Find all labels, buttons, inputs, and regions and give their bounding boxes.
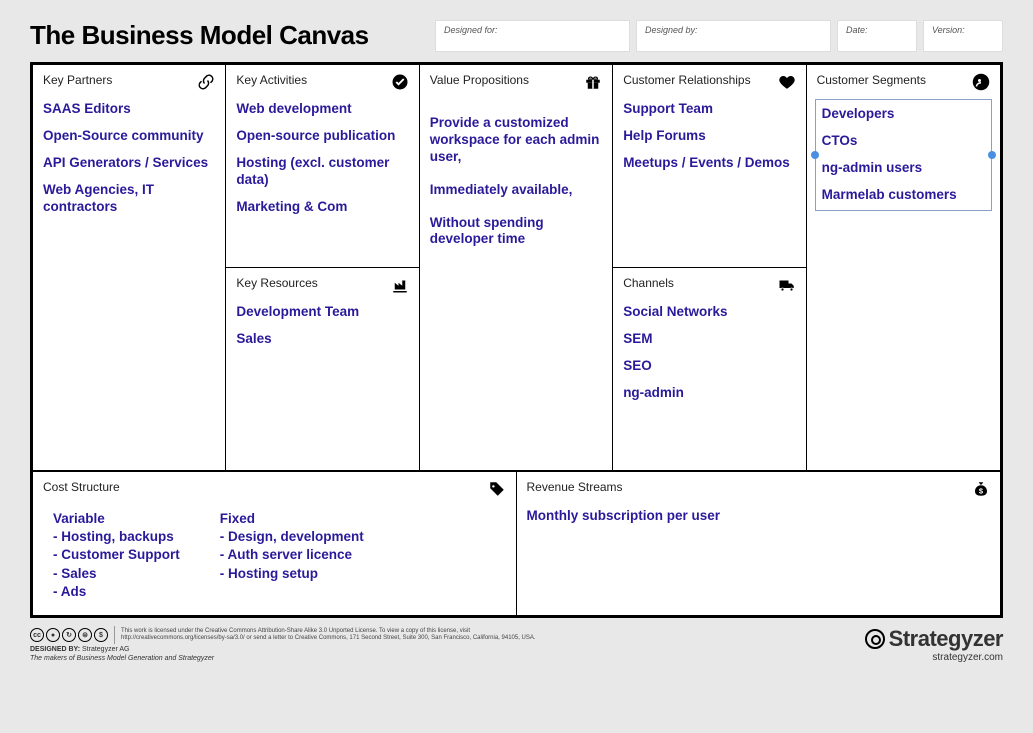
cell-title: Cost Structure bbox=[43, 480, 120, 494]
selection-handle-left[interactable] bbox=[811, 151, 819, 159]
cell-title: Customer Relationships bbox=[623, 73, 750, 87]
cell-key-activities[interactable]: Key Activities Web development Open-sour… bbox=[226, 65, 418, 268]
makers-line: The makers of Business Model Generation … bbox=[30, 655, 536, 662]
selection-handle-right[interactable] bbox=[988, 151, 996, 159]
col-value-propositions: Value Propositions Provide a customized … bbox=[420, 65, 613, 470]
list-item[interactable]: Without spending developer time bbox=[430, 215, 602, 249]
meta-row: Designed for: Designed by: Date: Version… bbox=[435, 20, 1003, 52]
cell-title: Customer Segments bbox=[817, 73, 926, 87]
check-circle-icon bbox=[391, 73, 409, 91]
list-item[interactable]: - Sales bbox=[53, 565, 180, 583]
col-relationships-channels: Customer Relationships Support Team Help… bbox=[613, 65, 806, 470]
list-item[interactable]: Sales bbox=[236, 331, 408, 348]
truck-icon bbox=[778, 276, 796, 294]
footer: cc ● ↻ ⊜ $ This work is licensed under t… bbox=[30, 626, 1003, 663]
list-item[interactable]: Open-Source community bbox=[43, 128, 215, 145]
col-customer-segments: Customer Segments Developers CTOs ng-adm… bbox=[807, 65, 1000, 470]
meta-version[interactable]: Version: bbox=[923, 20, 1003, 52]
meta-date[interactable]: Date: bbox=[837, 20, 917, 52]
list-item[interactable]: - Hosting setup bbox=[220, 565, 364, 583]
cc-icon: cc bbox=[30, 628, 44, 642]
list-item[interactable]: API Generators / Services bbox=[43, 155, 215, 172]
cell-title: Key Activities bbox=[236, 73, 307, 87]
link-icon bbox=[197, 73, 215, 91]
brand-target-icon bbox=[865, 629, 885, 649]
list-item[interactable]: Open-source publication bbox=[236, 128, 408, 145]
cc-nd-icon: ⊜ bbox=[78, 628, 92, 642]
cell-channels[interactable]: Channels Social Networks SEM SEO ng-admi… bbox=[613, 268, 805, 470]
list-item[interactable]: Provide a customized workspace for each … bbox=[430, 115, 602, 166]
cost-fixed-heading[interactable]: Fixed bbox=[220, 510, 364, 528]
cell-title: Value Propositions bbox=[430, 73, 529, 87]
list-item[interactable]: Hosting (excl. customer data) bbox=[236, 155, 408, 189]
license-text: This work is licensed under the Creative… bbox=[121, 628, 536, 642]
cc-by-icon: ● bbox=[46, 628, 60, 642]
cc-sa-icon: ↻ bbox=[62, 628, 76, 642]
col-cost-structure: Cost Structure Variable - Hosting, backu… bbox=[33, 472, 517, 615]
canvas-grid: Key Partners SAAS Editors Open-Source co… bbox=[30, 62, 1003, 618]
list-item[interactable]: SEM bbox=[623, 331, 795, 348]
brand-logo: Strategyzer bbox=[865, 626, 1003, 652]
canvas-sheet: The Business Model Canvas Designed for: … bbox=[30, 20, 1003, 663]
col-activities-resources: Key Activities Web development Open-sour… bbox=[226, 65, 419, 470]
list-item[interactable]: Meetups / Events / Demos bbox=[623, 155, 795, 172]
header: The Business Model Canvas Designed for: … bbox=[30, 20, 1003, 52]
list-item[interactable]: - Ads bbox=[53, 583, 180, 601]
cell-title: Channels bbox=[623, 276, 674, 290]
meta-designed-by[interactable]: Designed by: bbox=[636, 20, 831, 52]
heart-icon bbox=[778, 73, 796, 91]
list-item[interactable]: CTOs bbox=[822, 133, 985, 150]
designed-by-label: DESIGNED BY: bbox=[30, 646, 80, 653]
brand-url: strategyzer.com bbox=[865, 652, 1003, 663]
meta-designed-for[interactable]: Designed for: bbox=[435, 20, 630, 52]
selection-box[interactable]: Developers CTOs ng-admin users Marmelab … bbox=[815, 99, 992, 211]
cc-nc-icon: $ bbox=[94, 628, 108, 642]
col-key-partners: Key Partners SAAS Editors Open-Source co… bbox=[33, 65, 226, 470]
cell-key-resources[interactable]: Key Resources Development Team Sales bbox=[226, 268, 418, 470]
cell-value-propositions[interactable]: Value Propositions Provide a customized … bbox=[420, 65, 612, 470]
cell-title: Key Resources bbox=[236, 276, 317, 290]
designed-by-value: Strategyzer AG bbox=[82, 646, 129, 653]
cell-title: Key Partners bbox=[43, 73, 112, 87]
list-item[interactable]: - Hosting, backups bbox=[53, 528, 180, 546]
list-item[interactable]: Developers bbox=[822, 106, 985, 123]
cc-icons: cc ● ↻ ⊜ $ bbox=[30, 628, 108, 642]
list-item[interactable]: SAAS Editors bbox=[43, 101, 215, 118]
canvas-bottom: Cost Structure Variable - Hosting, backu… bbox=[33, 470, 1000, 615]
moneybag-icon: $ bbox=[972, 480, 990, 498]
cell-key-partners[interactable]: Key Partners SAAS Editors Open-Source co… bbox=[33, 65, 225, 470]
cell-customer-relationships[interactable]: Customer Relationships Support Team Help… bbox=[613, 65, 805, 268]
list-item[interactable]: SEO bbox=[623, 358, 795, 375]
list-item[interactable]: Marketing & Com bbox=[236, 199, 408, 216]
tag-icon bbox=[488, 480, 506, 498]
cell-cost-structure[interactable]: Cost Structure Variable - Hosting, backu… bbox=[33, 472, 516, 615]
list-item[interactable]: Marmelab customers bbox=[822, 187, 985, 204]
person-icon bbox=[972, 73, 990, 91]
factory-icon bbox=[391, 276, 409, 294]
list-item[interactable]: - Design, development bbox=[220, 528, 364, 546]
list-item[interactable]: Web development bbox=[236, 101, 408, 118]
list-item[interactable]: ng-admin bbox=[623, 385, 795, 402]
cell-customer-segments[interactable]: Customer Segments Developers CTOs ng-adm… bbox=[807, 65, 1000, 470]
list-item[interactable]: ng-admin users bbox=[822, 160, 985, 177]
col-revenue-streams: Revenue Streams $ Monthly subscription p… bbox=[517, 472, 1001, 615]
list-item[interactable]: Help Forums bbox=[623, 128, 795, 145]
gift-icon bbox=[584, 73, 602, 91]
cell-title: Revenue Streams bbox=[527, 480, 623, 494]
page-title: The Business Model Canvas bbox=[30, 20, 425, 51]
list-item[interactable]: - Auth server licence bbox=[220, 546, 364, 564]
list-item[interactable]: Social Networks bbox=[623, 304, 795, 321]
list-item[interactable]: Monthly subscription per user bbox=[527, 508, 991, 525]
list-item[interactable]: - Customer Support bbox=[53, 546, 180, 564]
brand-name: Strategyzer bbox=[889, 626, 1003, 652]
cost-variable-heading[interactable]: Variable bbox=[53, 510, 180, 528]
canvas-top: Key Partners SAAS Editors Open-Source co… bbox=[33, 65, 1000, 470]
list-item[interactable]: Support Team bbox=[623, 101, 795, 118]
list-item[interactable]: Development Team bbox=[236, 304, 408, 321]
cell-revenue-streams[interactable]: Revenue Streams $ Monthly subscription p… bbox=[517, 472, 1001, 615]
list-item[interactable]: Web Agencies, IT contractors bbox=[43, 182, 215, 216]
list-item[interactable]: Immediately available, bbox=[430, 182, 602, 199]
